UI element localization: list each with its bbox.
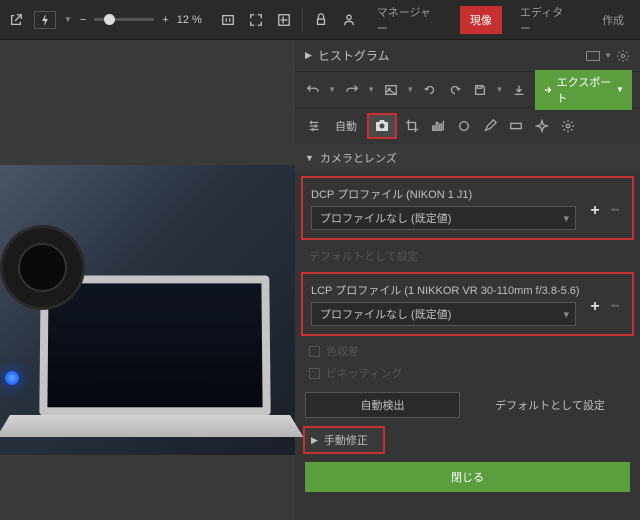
gear-icon[interactable] <box>557 115 579 137</box>
dcp-label: DCP プロファイル (NIKON 1 J1) <box>311 186 624 202</box>
square-icon[interactable] <box>586 51 600 61</box>
tool-row: 自動 <box>295 108 640 144</box>
circle-icon[interactable] <box>453 115 475 137</box>
preview-image <box>0 165 295 455</box>
tab-create[interactable]: 作成 <box>592 6 634 34</box>
zoom-value: 12 % <box>177 14 202 26</box>
zoom-slider[interactable] <box>94 18 154 21</box>
section-title: カメラとレンズ <box>320 150 397 166</box>
minus-icon[interactable]: − <box>606 298 624 316</box>
histogram-header[interactable]: ▶ ヒストグラム ▼ <box>295 40 640 72</box>
menu-icon[interactable] <box>274 10 294 30</box>
crop-icon[interactable] <box>401 115 423 137</box>
lcp-dropdown[interactable]: プロファイルなし (既定値) <box>311 302 576 326</box>
tab-develop[interactable]: 現像 <box>460 6 502 34</box>
tab-manager[interactable]: マネージャー <box>367 0 452 42</box>
lcp-block: LCP プロファイル (1 NIKKOR VR 30-110mm f/3.8-5… <box>301 272 634 336</box>
minus-icon[interactable]: − <box>80 14 86 26</box>
undo-icon[interactable] <box>303 79 322 101</box>
dimmed-default: デフォルトとして設定 <box>295 244 640 268</box>
vignette-checkbox-row[interactable]: ビネッティング <box>295 362 640 384</box>
manual-section[interactable]: ▶ 手動修正 <box>303 426 385 454</box>
chevron-down-icon[interactable]: ▼ <box>64 15 72 24</box>
tab-editor[interactable]: エディター <box>510 0 584 42</box>
dcp-value: プロファイルなし (既定値) <box>320 210 451 226</box>
fullscreen-icon[interactable] <box>246 10 266 30</box>
lock-icon[interactable] <box>311 10 331 30</box>
plus-icon[interactable]: + <box>586 202 604 220</box>
external-icon[interactable] <box>6 10 26 30</box>
lcp-value: プロファイルなし (既定値) <box>320 306 451 322</box>
dcp-block: DCP プロファイル (NIKON 1 J1) プロファイルなし (既定値) +… <box>301 176 634 240</box>
ca-checkbox-row[interactable]: 色収差 <box>295 340 640 362</box>
button-row: 自動検出 デフォルトとして設定 <box>295 384 640 426</box>
camera-lens-section[interactable]: ▼ カメラとレンズ <box>295 144 640 172</box>
flash-icon[interactable] <box>34 11 56 29</box>
close-label: 閉じる <box>451 469 484 485</box>
action-row: ▼ ▼ ▼ ▼ エクスポート▼ <box>295 72 640 108</box>
chevron-down-icon[interactable]: ▼ <box>604 51 612 60</box>
save-icon[interactable] <box>470 79 489 101</box>
triangle-down-icon: ▼ <box>305 153 314 163</box>
plus-icon[interactable]: + <box>586 298 604 316</box>
effects-icon[interactable] <box>531 115 553 137</box>
side-panel: ▶ ヒストグラム ▼ ▼ ▼ ▼ ▼ エクスポート▼ 自動 <box>295 40 640 520</box>
vignette-label: ビネッティング <box>326 365 402 381</box>
rotate-left-icon[interactable] <box>420 79 439 101</box>
histogram-title: ヒストグラム <box>318 47 586 64</box>
levels-icon[interactable] <box>427 115 449 137</box>
apply-icon[interactable] <box>509 79 528 101</box>
person-icon[interactable] <box>339 10 359 30</box>
auto-button[interactable]: 自動 <box>329 115 363 137</box>
export-label: エクスポート <box>557 74 612 106</box>
gear-icon[interactable] <box>616 49 630 63</box>
top-toolbar: ▼ − + 12 % マネージャー 現像 エディター 作成 <box>0 0 640 40</box>
viewport <box>0 40 295 520</box>
ca-label: 色収差 <box>326 343 359 359</box>
redo-icon[interactable] <box>342 79 361 101</box>
minus-icon[interactable]: − <box>606 202 624 220</box>
triangle-right-icon: ▶ <box>305 50 312 61</box>
auto-detect-button[interactable]: 自動検出 <box>305 392 460 418</box>
rotate-right-icon[interactable] <box>445 79 464 101</box>
brush-icon[interactable] <box>479 115 501 137</box>
default-button[interactable]: デフォルトとして設定 <box>470 392 630 418</box>
export-button[interactable]: エクスポート▼ <box>535 70 632 110</box>
manual-label: 手動修正 <box>324 432 368 448</box>
lcp-label: LCP プロファイル (1 NIKKOR VR 30-110mm f/3.8-5… <box>311 282 624 298</box>
default-label: デフォルトとして設定 <box>495 397 605 413</box>
fit-1to1-icon[interactable] <box>218 10 238 30</box>
gradient-icon[interactable] <box>505 115 527 137</box>
close-button[interactable]: 閉じる <box>305 462 630 492</box>
auto-detect-label: 自動検出 <box>361 397 405 413</box>
image-icon[interactable] <box>381 79 400 101</box>
plus-icon[interactable]: + <box>162 14 168 26</box>
dcp-dropdown[interactable]: プロファイルなし (既定値) <box>311 206 576 230</box>
camera-icon[interactable] <box>367 113 397 139</box>
sliders-icon[interactable] <box>303 115 325 137</box>
